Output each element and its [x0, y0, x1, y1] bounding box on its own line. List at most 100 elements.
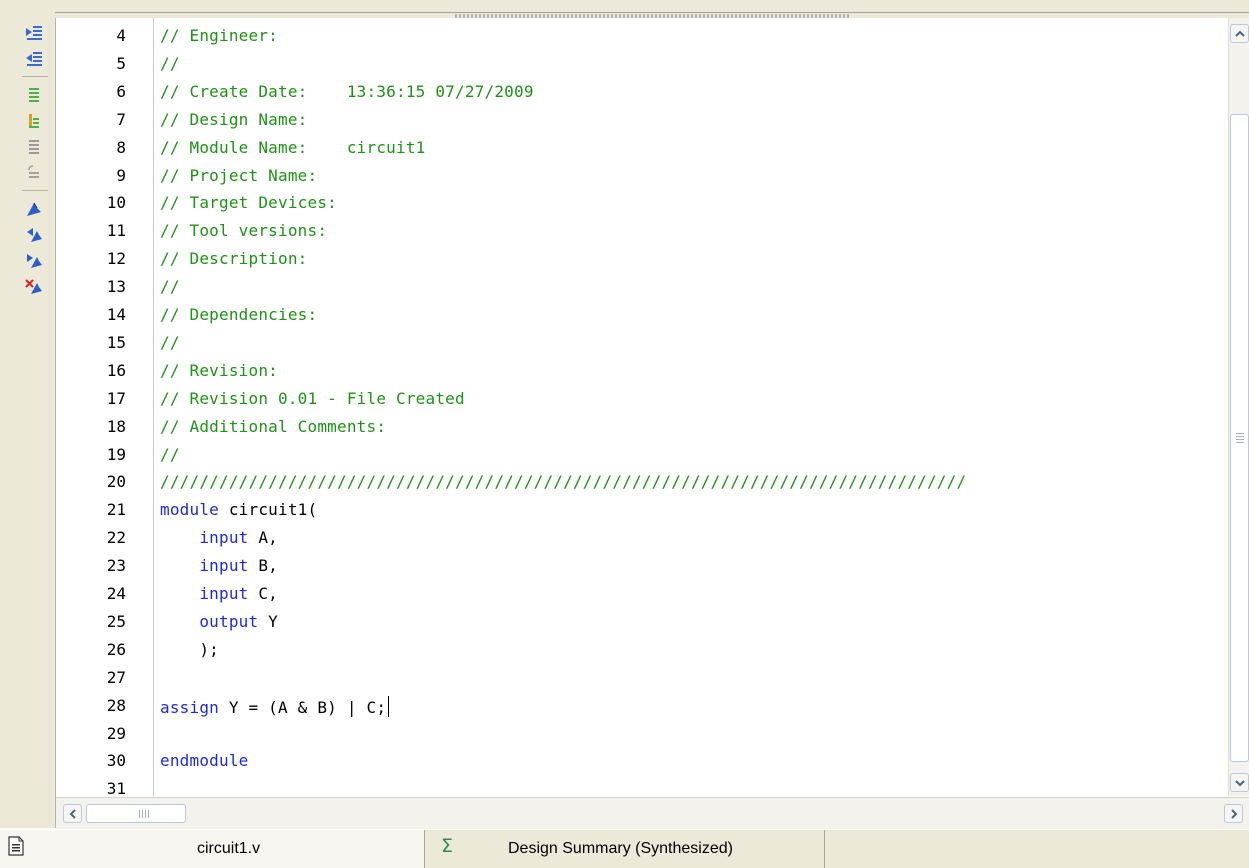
code-keyword: input	[199, 528, 249, 548]
line-number: 12	[106, 249, 126, 269]
code-editor[interactable]: // Engineer: // // Create Date: 13:36:15 0…	[156, 18, 1226, 796]
code-line: // Create Date: 13:36:15 07/27/2009	[160, 82, 534, 101]
vertical-scroll-thumb[interactable]	[1230, 114, 1249, 762]
code-keyword: assign	[160, 697, 219, 717]
code-line: //	[160, 445, 180, 464]
previous-bookmark-icon[interactable]	[23, 250, 45, 272]
code-line: // Design Name:	[160, 110, 308, 129]
toolbar-separator	[22, 190, 48, 191]
scroll-left-button[interactable]	[63, 804, 82, 823]
code-comment: //	[160, 277, 180, 297]
document-tab-bar: circuit1.v Σ Design Summary (Synthesized…	[0, 829, 1249, 868]
scroll-up-button[interactable]	[1230, 24, 1249, 43]
vertical-scrollbar[interactable]	[1228, 18, 1249, 796]
code-line: //	[160, 54, 180, 73]
code-text: );	[160, 639, 219, 659]
line-number: 21	[106, 500, 126, 520]
line-number: 11	[106, 221, 126, 241]
code-line: // Dependencies:	[160, 305, 317, 324]
document-icon	[8, 836, 24, 861]
code-line: // Additional Comments:	[160, 417, 386, 436]
undo-comment-icon[interactable]	[23, 162, 45, 184]
next-bookmark-icon[interactable]	[23, 224, 45, 246]
code-comment: // Tool versions:	[160, 221, 328, 241]
toolbar-separator	[22, 76, 48, 77]
line-number: 13	[106, 277, 126, 297]
code-line: );	[160, 640, 219, 659]
chevron-down-icon	[1234, 779, 1245, 786]
comment-lines-icon[interactable]	[23, 84, 45, 106]
code-line: ////////////////////////////////////////…	[160, 472, 966, 491]
code-line: // Target Devices:	[160, 193, 337, 212]
code-text: Y	[258, 611, 279, 631]
editor-top-strip	[0, 0, 1249, 18]
code-comment: //	[160, 53, 180, 73]
code-keyword: module	[160, 500, 219, 520]
clear-bookmarks-icon[interactable]	[23, 276, 45, 298]
tab-design-summary[interactable]: Σ Design Summary (Synthesized)	[425, 830, 825, 868]
code-comment: // Project Name:	[160, 165, 318, 185]
line-number: 5	[116, 53, 126, 73]
code-comment: // Description:	[160, 249, 308, 269]
code-line: endmodule	[160, 751, 249, 770]
line-number: 4	[116, 26, 126, 45]
indent-icon[interactable]	[23, 22, 45, 44]
code-comment: // Additional Comments:	[160, 416, 387, 436]
code-keyword: endmodule	[160, 751, 249, 771]
code-line: //	[160, 333, 180, 352]
chevron-up-icon	[1234, 30, 1245, 37]
line-number: 20	[106, 472, 126, 492]
code-line: module circuit1(	[160, 500, 317, 519]
scroll-right-button[interactable]	[1224, 804, 1243, 823]
tab-circuit1-v[interactable]: circuit1.v	[0, 830, 425, 868]
code-text: C,	[248, 584, 279, 603]
tab-label: circuit1.v	[197, 840, 261, 857]
code-line: // Revision:	[160, 361, 278, 380]
code-keyword: output	[199, 611, 259, 631]
code-comment: // Dependencies:	[160, 305, 318, 324]
code-comment: // Engineer:	[160, 26, 278, 45]
code-comment: // Target Devices:	[160, 193, 337, 213]
code-line: // Project Name:	[160, 166, 317, 185]
gutter-divider	[153, 18, 154, 796]
code-comment: //	[160, 444, 180, 464]
sigma-icon: Σ	[441, 835, 454, 857]
line-number: 27	[106, 667, 126, 687]
horizontal-scrollbar[interactable]	[56, 797, 1249, 829]
code-text: Y = (A & B) | C;	[219, 697, 387, 717]
line-number: 17	[106, 388, 126, 408]
code-comment: // Revision 0.01 - File Created	[160, 388, 465, 408]
line-number: 24	[106, 584, 126, 603]
text-caret	[388, 695, 390, 717]
line-number: 31	[106, 779, 126, 799]
line-number: 9	[116, 165, 126, 185]
line-number: 25	[106, 611, 126, 631]
code-line: input C,	[160, 584, 278, 603]
code-comment: // Design Name:	[160, 109, 308, 129]
toggle-comment-icon[interactable]	[23, 136, 45, 158]
code-line: // Engineer:	[160, 26, 278, 45]
line-number: 29	[106, 723, 126, 743]
code-comment: //	[160, 332, 180, 352]
scroll-down-button[interactable]	[1230, 773, 1249, 792]
line-number: 8	[116, 137, 126, 157]
tab-label: Design Summary (Synthesized)	[508, 840, 733, 857]
code-comment: ////////////////////////////////////////…	[160, 472, 967, 492]
line-number: 6	[116, 81, 126, 101]
code-comment: // Module Name: circuit1	[160, 137, 426, 157]
horizontal-scroll-thumb[interactable]	[86, 804, 186, 823]
unindent-icon[interactable]	[23, 48, 45, 70]
line-number: 23	[106, 556, 126, 576]
line-number: 30	[106, 751, 126, 771]
line-number: 10	[106, 193, 126, 213]
line-number: 15	[106, 332, 126, 352]
code-line: // Description:	[160, 249, 308, 268]
bookmark-icon[interactable]	[23, 198, 45, 220]
code-text: A,	[248, 528, 279, 548]
uncomment-lines-icon[interactable]	[23, 110, 45, 132]
code-comment: // Create Date: 13:36:15 07/27/2009	[160, 81, 534, 101]
code-line: output Y	[160, 612, 278, 631]
thumb-grip	[1236, 433, 1244, 443]
